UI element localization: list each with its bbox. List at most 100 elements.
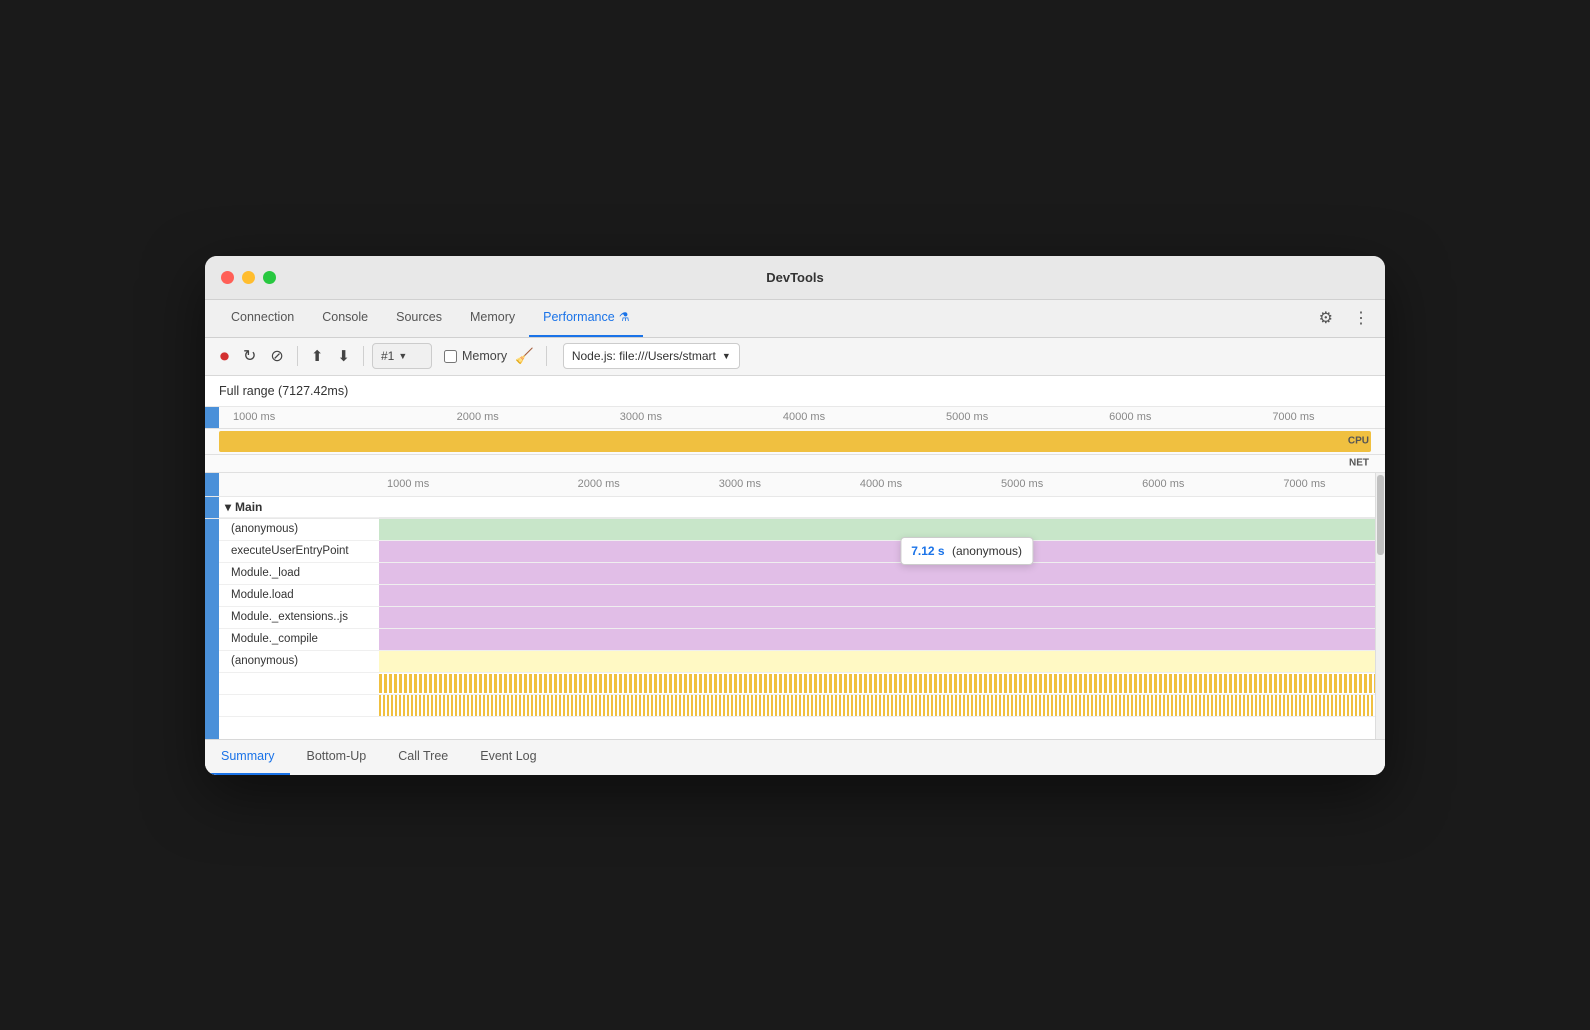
- empty-label: [219, 717, 379, 739]
- module-compile-accent: [205, 629, 219, 651]
- net-bar: NET: [205, 455, 1385, 473]
- more-dots-icon: ⋮: [1353, 308, 1369, 328]
- nav-tabs: Connection Console Sources Memory Perfor…: [205, 300, 1385, 338]
- tab-event-log[interactable]: Event Log: [464, 739, 552, 775]
- tab-connection-label: Connection: [231, 310, 294, 324]
- tab-performance[interactable]: Performance ⚗: [529, 299, 643, 337]
- flame-row-execute: executeUserEntryPoint 7.12 s (anonymous): [205, 541, 1385, 563]
- tab-performance-label: Performance: [543, 310, 615, 324]
- time-labels: 1000 ms 2000 ms 3000 ms 4000 ms 5000 ms …: [219, 407, 1375, 428]
- clear-button[interactable]: ⊘: [265, 343, 288, 369]
- mini-bars-container1: [379, 674, 1375, 693]
- window-title: DevTools: [766, 270, 824, 285]
- tab-connection[interactable]: Connection: [217, 299, 308, 337]
- mini1-label-space: [219, 673, 379, 695]
- reload-record-button[interactable]: ↻: [238, 343, 261, 369]
- module-load2-label: Module.load: [219, 585, 379, 607]
- session-selector[interactable]: #1 ▼: [372, 343, 432, 369]
- time-4000: 4000 ms: [722, 411, 885, 423]
- range-label: Full range (7127.42ms): [205, 376, 1385, 407]
- flame-time-3000: 3000 ms: [669, 478, 810, 490]
- time-5000: 5000 ms: [886, 411, 1049, 423]
- maximize-button[interactable]: [263, 271, 276, 284]
- time-1000: 1000 ms: [233, 411, 396, 423]
- gc-icon: 🧹: [515, 348, 534, 365]
- bottom-up-tab-label: Bottom-Up: [306, 749, 366, 763]
- settings-button[interactable]: ⚙: [1315, 306, 1337, 330]
- close-button[interactable]: [221, 271, 234, 284]
- summary-tab-label: Summary: [221, 749, 274, 763]
- memory-checkbox-label: Memory: [462, 349, 507, 363]
- mini1-accent: [205, 673, 219, 695]
- flame-chart-section: 1000 ms 2000 ms 3000 ms 4000 ms 5000 ms …: [205, 473, 1385, 739]
- cpu-bar: CPU: [205, 429, 1385, 455]
- mini-bars-fill2: [379, 695, 1375, 716]
- scrollbar-thumb[interactable]: [1377, 475, 1384, 555]
- module-ext-label: Module._extensions..js: [219, 607, 379, 629]
- flame-time-labels: 1000 ms 2000 ms 3000 ms 4000 ms 5000 ms …: [379, 478, 1375, 490]
- mini-bars-fill1: [379, 674, 1375, 693]
- tab-bottom-up[interactable]: Bottom-Up: [290, 739, 382, 775]
- flame-row-module-compile: Module._compile: [205, 629, 1385, 651]
- execute-left-accent: [205, 541, 219, 563]
- flame-time-7000: 7000 ms: [1234, 478, 1375, 490]
- cpu-label: CPU: [1348, 436, 1369, 447]
- module-ext-track: [379, 607, 1375, 629]
- reload-icon: ↻: [243, 346, 256, 366]
- download-button[interactable]: ⬇: [332, 344, 355, 368]
- minimize-button[interactable]: [242, 271, 255, 284]
- separator-2: [363, 346, 364, 366]
- main-section-label: ▾ Main: [219, 497, 379, 518]
- flame-time-4000: 4000 ms: [810, 478, 951, 490]
- upload-button[interactable]: ⬆: [306, 344, 329, 368]
- main-expand-icon[interactable]: ▾: [225, 500, 231, 514]
- tab-summary[interactable]: Summary: [205, 739, 290, 775]
- tab-sources[interactable]: Sources: [382, 299, 456, 337]
- empty-track: [379, 717, 1375, 739]
- module-load2-accent: [205, 585, 219, 607]
- nav-right-actions: ⚙ ⋮: [1315, 306, 1373, 330]
- anon1-label: (anonymous): [219, 519, 379, 541]
- time-2000: 2000 ms: [396, 411, 559, 423]
- gc-button[interactable]: 🧹: [511, 345, 538, 367]
- module-compile-track: [379, 629, 1375, 651]
- session-label: #1: [381, 349, 394, 363]
- overview-area: 1000 ms 2000 ms 3000 ms 4000 ms 5000 ms …: [205, 407, 1385, 473]
- upload-icon: ⬆: [311, 347, 324, 365]
- node-target-selector[interactable]: Node.js: file:///Users/stmart ▼: [563, 343, 740, 369]
- clear-icon: ⊘: [270, 346, 283, 366]
- call-tree-tab-label: Call Tree: [398, 749, 448, 763]
- devtools-window: DevTools Connection Console Sources Memo…: [205, 256, 1385, 775]
- memory-checkbox-group: Memory: [444, 349, 507, 363]
- record-button[interactable]: ⏺: [215, 343, 234, 370]
- time-markers-row: 1000 ms 2000 ms 3000 ms 4000 ms 5000 ms …: [205, 407, 1385, 429]
- node-dropdown-icon: ▼: [722, 351, 731, 361]
- module-load-track: [379, 563, 1375, 585]
- vertical-scrollbar[interactable]: [1375, 473, 1385, 739]
- tab-console[interactable]: Console: [308, 299, 382, 337]
- mini-bars-row2: [205, 695, 1385, 717]
- module-load-accent: [205, 563, 219, 585]
- memory-checkbox[interactable]: [444, 350, 457, 363]
- node-target-label: Node.js: file:///Users/stmart: [572, 349, 716, 363]
- tab-console-label: Console: [322, 310, 368, 324]
- anon2-accent: [205, 651, 219, 673]
- download-icon: ⬇: [337, 347, 350, 365]
- module-ext-accent: [205, 607, 219, 629]
- mini1-track: [379, 673, 1375, 695]
- settings-icon: ⚙: [1319, 308, 1333, 328]
- flame-main-header-row: ▾ Main: [205, 497, 1385, 519]
- flame-row-anonymous1: (anonymous): [205, 519, 1385, 541]
- separator-3: [546, 346, 547, 366]
- empty-accent: [205, 717, 219, 739]
- anon2-label: (anonymous): [219, 651, 379, 673]
- flame-row-module-load: Module._load: [205, 563, 1385, 585]
- titlebar: DevTools: [205, 256, 1385, 300]
- mini2-label-space: [219, 695, 379, 717]
- more-menu-button[interactable]: ⋮: [1349, 306, 1373, 330]
- module-load-label: Module._load: [219, 563, 379, 585]
- tab-call-tree[interactable]: Call Tree: [382, 739, 464, 775]
- anon1-left-accent: [205, 519, 219, 541]
- anon1-track: [379, 519, 1375, 541]
- tab-memory[interactable]: Memory: [456, 299, 529, 337]
